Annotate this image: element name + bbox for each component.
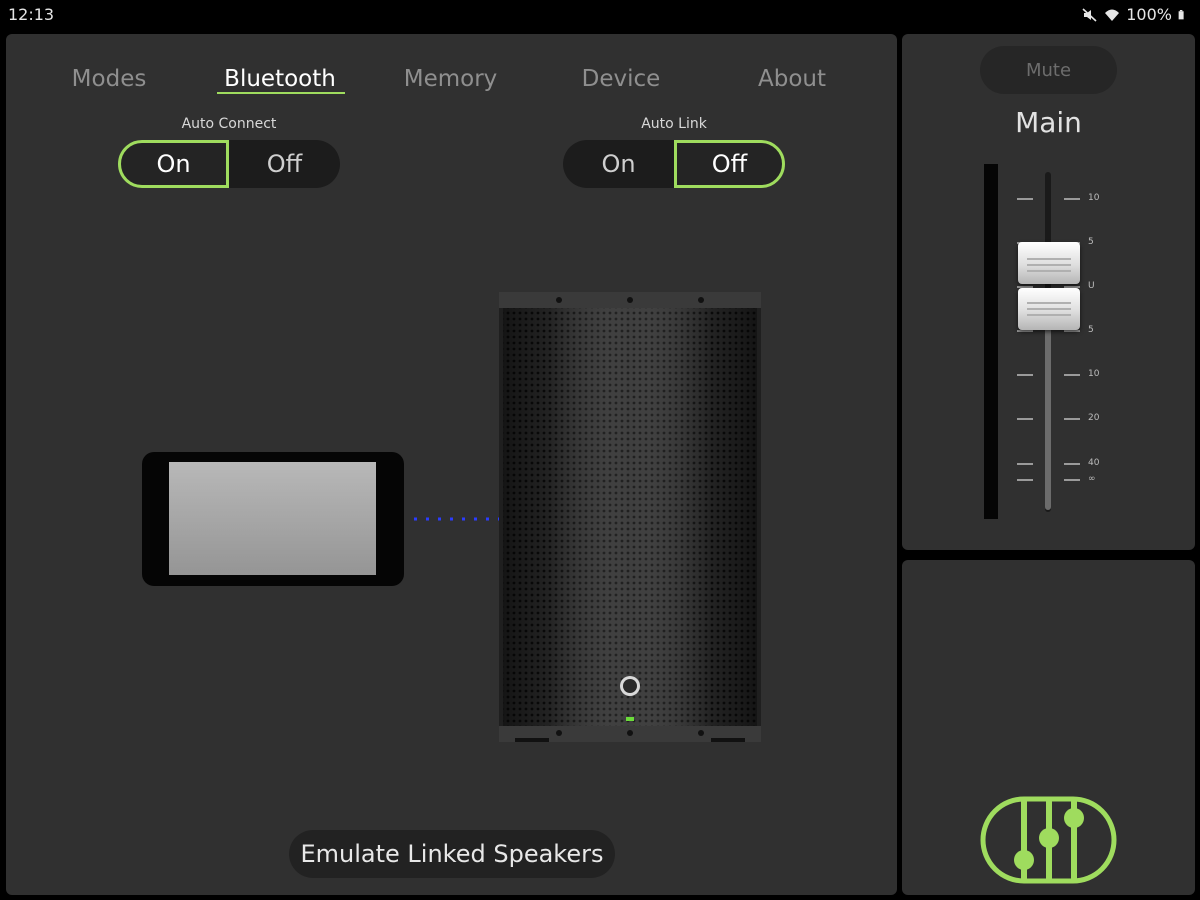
scale-label: 5 — [1088, 237, 1094, 247]
tab-about[interactable]: About — [754, 66, 830, 92]
scale-label: 5 — [1088, 325, 1094, 335]
scale-tick — [1017, 463, 1033, 465]
emulate-linked-speakers-button[interactable]: Emulate Linked Speakers — [289, 830, 615, 878]
auto-link-off-button[interactable]: Off — [674, 140, 785, 188]
scale-label: U — [1088, 281, 1095, 291]
scale-tick — [1017, 198, 1033, 200]
scale-label: 10 — [1088, 369, 1100, 379]
scale-tick — [1017, 479, 1033, 481]
active-tab-indicator — [217, 92, 345, 94]
tab-device[interactable]: Device — [578, 66, 664, 92]
phone-device — [142, 452, 404, 586]
auto-link-toggle: On Off — [563, 140, 785, 188]
mute-icon — [1082, 7, 1097, 22]
auto-connect-off-button[interactable]: Off — [229, 140, 340, 188]
fader-track-fill — [1045, 324, 1051, 510]
bluetooth-panel: Modes Bluetooth Memory Device About Auto… — [6, 34, 897, 895]
tab-modes[interactable]: Modes — [69, 66, 149, 92]
scale-tick — [1064, 198, 1080, 200]
mixer-panel — [902, 560, 1195, 895]
tab-memory[interactable]: Memory — [399, 66, 502, 92]
scale-tick — [1017, 418, 1033, 420]
scale-label: 10 — [1088, 193, 1100, 203]
auto-connect-on-button[interactable]: On — [118, 140, 229, 188]
auto-link-label: Auto Link — [641, 116, 707, 132]
wifi-icon — [1105, 9, 1120, 21]
scale-tick — [1017, 330, 1033, 332]
channel-name: Main — [1015, 106, 1082, 139]
scale-tick — [1064, 330, 1080, 332]
tab-bluetooth[interactable]: Bluetooth — [220, 66, 340, 92]
fader-handle-bottom[interactable] — [1018, 288, 1080, 330]
status-icons: 100% — [1082, 5, 1188, 24]
auto-connect-label: Auto Connect — [181, 116, 277, 132]
status-bar: 12:13 100% — [0, 0, 1200, 30]
scale-label: 40 — [1088, 458, 1100, 468]
scale-tick — [1064, 418, 1080, 420]
scale-tick — [1017, 374, 1033, 376]
scale-label: 20 — [1088, 413, 1100, 423]
main-channel-panel: Mute Main 10 5 U 5 10 20 40 ∞ — [902, 34, 1195, 550]
phone-screen — [169, 462, 376, 575]
auto-connect-toggle: On Off — [118, 140, 340, 188]
fader-handle-top[interactable] — [1018, 242, 1080, 284]
status-time: 12:13 — [8, 5, 55, 24]
auto-link-on-button[interactable]: On — [563, 140, 674, 188]
speaker-image — [499, 292, 761, 742]
scale-tick — [1064, 479, 1080, 481]
scale-label: ∞ — [1088, 474, 1096, 484]
mixer-icon[interactable] — [980, 796, 1117, 884]
level-meter — [984, 164, 998, 519]
mute-button[interactable]: Mute — [980, 46, 1117, 94]
bluetooth-connection-line — [414, 517, 502, 521]
scale-tick — [1064, 374, 1080, 376]
battery-percent: 100% — [1126, 5, 1172, 24]
battery-icon — [1178, 9, 1184, 19]
scale-tick — [1064, 463, 1080, 465]
